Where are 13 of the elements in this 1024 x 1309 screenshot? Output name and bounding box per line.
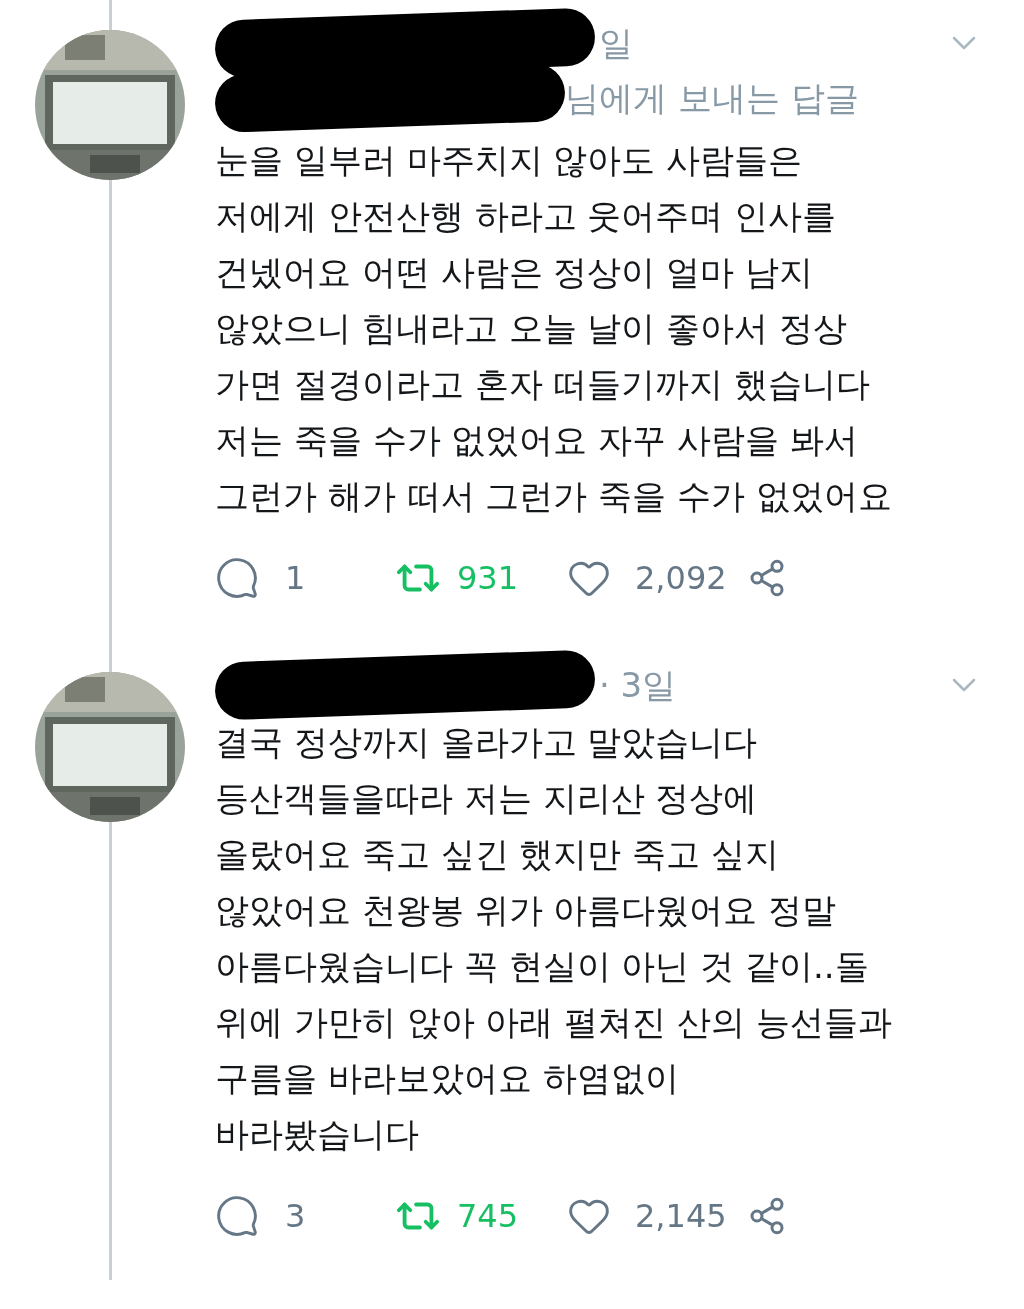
tweet-text: 눈을 일부러 마주치지 않아도 사람들은 저에게 안전산행 하라고 웃어주며 인사를 건넸어요 어떤 사람은 정상이 얼마 남지 않았으니 힘내라고 오늘 날이 좋아서 정상 가면 절경이라고 혼자 떠들기까지 했습니다 저는 죽을 수가 없었어요 자꾸 사람을 봐서 그런가 해가 떠서 그런가 죽을 수가 없었어요 <box>215 139 893 518</box>
reply-icon[interactable] <box>215 1194 259 1238</box>
timestamp: 일 <box>599 21 633 65</box>
reply-count: 3 <box>285 1196 307 1237</box>
reply-count: 1 <box>285 558 307 599</box>
like-count: 2,092 <box>635 558 727 599</box>
timestamp: · 3일 <box>599 663 677 707</box>
retweet-count: 745 <box>457 1196 520 1237</box>
tweet-text: 결국 정상까지 올라가고 말았습니다 등산객들을따라 저는 지리산 정상에 올랐어요 죽고 싶긴 했지만 죽고 싶지 않았어요 천왕봉 위가 아름다웠어요 정말 아름다웠습니다 꼭 현실이 아닌 것 같이..돌 위에 가만히 앉아 아래 펼쳐진 산의 능선들과 구름을 바라보았어요 하염없이 바라봤습니다 <box>215 721 893 1156</box>
reply-icon[interactable] <box>215 556 259 600</box>
like-count: 2,145 <box>635 1196 727 1237</box>
retweet-count: 931 <box>457 558 520 599</box>
reply-to-label: 님에게 보내는 답글 <box>565 76 859 120</box>
